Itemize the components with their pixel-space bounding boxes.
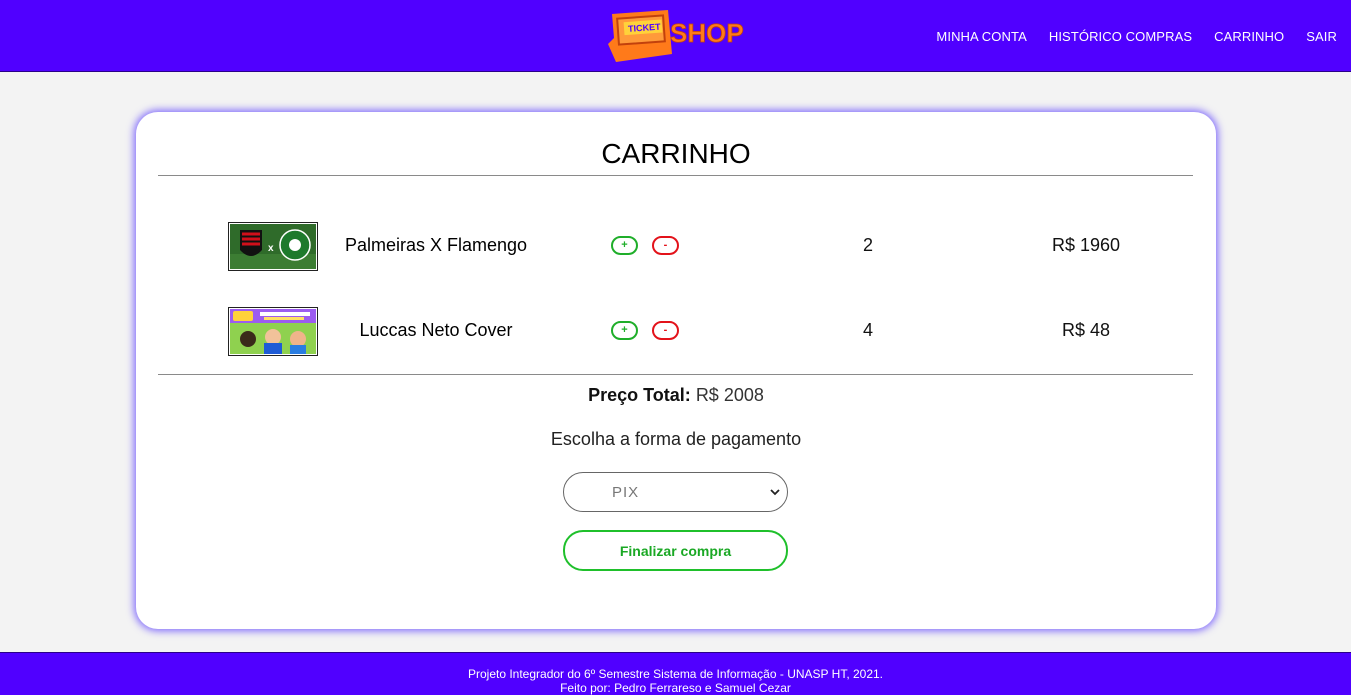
increase-qty-button[interactable]: + xyxy=(611,321,638,340)
chevron-down-icon xyxy=(770,489,780,496)
nav-carrinho[interactable]: CARRINHO xyxy=(1214,29,1284,44)
decrease-qty-button[interactable]: - xyxy=(652,236,679,255)
item-quantity: 2 xyxy=(862,235,873,255)
author-link-samuel[interactable]: Samuel Cezar xyxy=(715,681,791,695)
total-price-label: Preço Total: xyxy=(588,385,691,405)
item-thumbnail xyxy=(228,307,318,356)
nav-historico-compras[interactable]: HISTÓRICO COMPRAS xyxy=(1049,29,1192,44)
nav-sair[interactable]: SAIR xyxy=(1306,29,1337,44)
main-nav: MINHA CONTA HISTÓRICO COMPRAS CARRINHO S… xyxy=(936,0,1337,72)
payment-method-label: Escolha a forma de pagamento xyxy=(550,429,802,449)
show-image xyxy=(230,309,316,354)
payment-method-value: PIX xyxy=(612,484,640,501)
title-divider xyxy=(158,175,1193,176)
cart-item-row: x Palmeiras X Flamengo + - 2 R$ 1960 xyxy=(136,222,1216,272)
match-image: x xyxy=(230,224,316,269)
items-divider xyxy=(158,374,1193,375)
item-quantity: 4 xyxy=(862,320,873,340)
logo-word: SHOP xyxy=(670,18,744,48)
item-thumbnail: x xyxy=(228,222,318,271)
payment-method-select[interactable]: PIX xyxy=(563,472,788,512)
page-title: CARRINHO xyxy=(601,138,751,169)
top-navbar: TICKET SHOP MINHA CONTA HISTÓRICO COMPRA… xyxy=(0,0,1351,72)
total-price-value: R$ 2008 xyxy=(695,385,764,405)
footer-made-by: Feito por: xyxy=(560,681,611,695)
cart-card: CARRINHO x Palmeiras X Flamengo + - 2 R$… xyxy=(136,112,1216,629)
item-price: R$ 48 xyxy=(1061,320,1111,340)
nav-minha-conta[interactable]: MINHA CONTA xyxy=(936,29,1026,44)
footer: Projeto Integrador do 6º Semestre Sistem… xyxy=(0,652,1351,695)
finish-purchase-button[interactable]: Finalizar compra xyxy=(563,530,788,571)
item-name: Palmeiras X Flamengo xyxy=(344,235,528,255)
ticket-shop-logo-graphic: TICKET SHOP xyxy=(608,10,744,62)
footer-credits: Feito por: Pedro Ferrareso e Samuel Ceza… xyxy=(0,681,1351,695)
decrease-qty-button[interactable]: - xyxy=(652,321,679,340)
total-price: Preço Total: R$ 2008 xyxy=(136,385,1216,406)
ticket-shop-logo[interactable]: TICKET SHOP xyxy=(606,10,746,64)
item-name: Luccas Neto Cover xyxy=(359,320,513,340)
item-price: R$ 1960 xyxy=(1051,235,1121,255)
footer-project-text: Projeto Integrador do 6º Semestre Sistem… xyxy=(467,667,884,681)
footer-and: e xyxy=(704,681,712,695)
cart-item-row: Luccas Neto Cover + - 4 R$ 48 xyxy=(136,307,1216,357)
increase-qty-button[interactable]: + xyxy=(611,236,638,255)
svg-text:x: x xyxy=(268,243,274,254)
author-link-pedro[interactable]: Pedro Ferrareso xyxy=(614,681,701,695)
